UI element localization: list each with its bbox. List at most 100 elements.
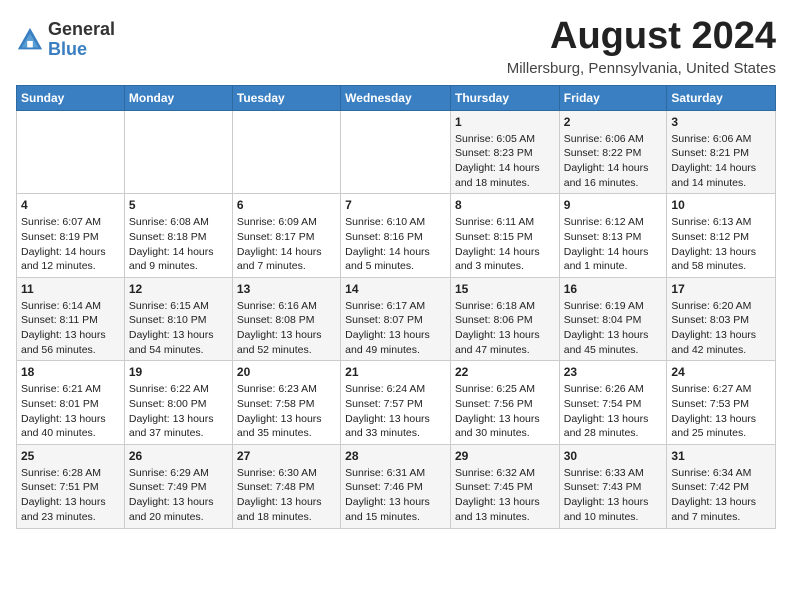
cell-content-line: and 10 minutes. [564, 510, 663, 525]
day-number: 26 [129, 448, 228, 465]
cell-content-line: Sunset: 7:43 PM [564, 480, 663, 495]
cell-content-line: Sunrise: 6:15 AM [129, 299, 228, 314]
cell-content-line: Sunrise: 6:34 AM [671, 466, 771, 481]
day-number: 20 [237, 364, 336, 381]
cell-content-line: Sunrise: 6:10 AM [345, 215, 446, 230]
cell-content-line: Sunset: 7:51 PM [21, 480, 120, 495]
cell-content-line: Sunset: 8:03 PM [671, 313, 771, 328]
cell-content-line: Sunset: 8:00 PM [129, 397, 228, 412]
cell-content-line: Sunset: 7:42 PM [671, 480, 771, 495]
day-number: 12 [129, 281, 228, 298]
cell-content-line: Sunrise: 6:16 AM [237, 299, 336, 314]
calendar-cell: 2Sunrise: 6:06 AMSunset: 8:22 PMDaylight… [559, 110, 667, 194]
cell-content-line: and 20 minutes. [129, 510, 228, 525]
day-number: 3 [671, 114, 771, 131]
calendar-cell: 21Sunrise: 6:24 AMSunset: 7:57 PMDayligh… [341, 361, 451, 445]
cell-content-line: and 56 minutes. [21, 343, 120, 358]
cell-content-line: Daylight: 14 hours [671, 161, 771, 176]
cell-content-line: Sunset: 7:46 PM [345, 480, 446, 495]
cell-content-line: Daylight: 13 hours [21, 495, 120, 510]
cell-content-line: Sunrise: 6:31 AM [345, 466, 446, 481]
day-number: 14 [345, 281, 446, 298]
cell-content-line: Sunset: 8:23 PM [455, 146, 555, 161]
calendar-cell: 5Sunrise: 6:08 AMSunset: 8:18 PMDaylight… [124, 194, 232, 278]
cell-content-line: Sunrise: 6:18 AM [455, 299, 555, 314]
day-number: 2 [564, 114, 663, 131]
cell-content-line: Sunrise: 6:29 AM [129, 466, 228, 481]
day-number: 21 [345, 364, 446, 381]
cell-content-line: Sunrise: 6:06 AM [671, 132, 771, 147]
col-monday: Monday [124, 85, 232, 110]
cell-content-line: Sunrise: 6:25 AM [455, 382, 555, 397]
calendar-header: Sunday Monday Tuesday Wednesday Thursday… [17, 85, 776, 110]
cell-content-line: Daylight: 13 hours [671, 495, 771, 510]
col-wednesday: Wednesday [341, 85, 451, 110]
cell-content-line: Daylight: 13 hours [671, 412, 771, 427]
day-number: 23 [564, 364, 663, 381]
cell-content-line: Sunset: 8:15 PM [455, 230, 555, 245]
calendar-cell: 3Sunrise: 6:06 AMSunset: 8:21 PMDaylight… [667, 110, 776, 194]
cell-content-line: Sunset: 8:10 PM [129, 313, 228, 328]
cell-content-line: and 7 minutes. [237, 259, 336, 274]
cell-content-line: Daylight: 13 hours [21, 328, 120, 343]
cell-content-line: Sunrise: 6:13 AM [671, 215, 771, 230]
cell-content-line: and 42 minutes. [671, 343, 771, 358]
cell-content-line: Daylight: 13 hours [129, 495, 228, 510]
day-number: 31 [671, 448, 771, 465]
calendar-cell: 23Sunrise: 6:26 AMSunset: 7:54 PMDayligh… [559, 361, 667, 445]
calendar-cell: 27Sunrise: 6:30 AMSunset: 7:48 PMDayligh… [232, 444, 340, 528]
cell-content-line: and 47 minutes. [455, 343, 555, 358]
cell-content-line: Sunrise: 6:19 AM [564, 299, 663, 314]
day-number: 9 [564, 197, 663, 214]
page: General Blue August 2024 Millersburg, Pe… [0, 0, 792, 612]
col-sunday: Sunday [17, 85, 125, 110]
cell-content-line: Sunrise: 6:06 AM [564, 132, 663, 147]
cell-content-line: Sunrise: 6:05 AM [455, 132, 555, 147]
cell-content-line: Sunset: 8:21 PM [671, 146, 771, 161]
day-number: 30 [564, 448, 663, 465]
cell-content-line: Sunrise: 6:32 AM [455, 466, 555, 481]
calendar-cell: 19Sunrise: 6:22 AMSunset: 8:00 PMDayligh… [124, 361, 232, 445]
cell-content-line: Daylight: 13 hours [237, 328, 336, 343]
calendar-cell: 6Sunrise: 6:09 AMSunset: 8:17 PMDaylight… [232, 194, 340, 278]
cell-content-line: and 33 minutes. [345, 426, 446, 441]
header-row: Sunday Monday Tuesday Wednesday Thursday… [17, 85, 776, 110]
day-number: 25 [21, 448, 120, 465]
calendar-cell: 15Sunrise: 6:18 AMSunset: 8:06 PMDayligh… [450, 277, 559, 361]
cell-content-line: and 13 minutes. [455, 510, 555, 525]
calendar-cell: 8Sunrise: 6:11 AMSunset: 8:15 PMDaylight… [450, 194, 559, 278]
cell-content-line: Daylight: 13 hours [129, 412, 228, 427]
cell-content-line: and 40 minutes. [21, 426, 120, 441]
logo-general: General [48, 20, 115, 40]
cell-content-line: Sunset: 8:06 PM [455, 313, 555, 328]
calendar-cell: 10Sunrise: 6:13 AMSunset: 8:12 PMDayligh… [667, 194, 776, 278]
cell-content-line: and 49 minutes. [345, 343, 446, 358]
calendar-cell [124, 110, 232, 194]
day-number: 17 [671, 281, 771, 298]
cell-content-line: Sunset: 8:18 PM [129, 230, 228, 245]
day-number: 19 [129, 364, 228, 381]
cell-content-line: Daylight: 13 hours [455, 328, 555, 343]
logo: General Blue [16, 20, 115, 60]
cell-content-line: Sunrise: 6:28 AM [21, 466, 120, 481]
cell-content-line: Sunrise: 6:08 AM [129, 215, 228, 230]
cell-content-line: and 18 minutes. [237, 510, 336, 525]
cell-content-line: Daylight: 13 hours [455, 412, 555, 427]
cell-content-line: Sunset: 8:04 PM [564, 313, 663, 328]
calendar-cell: 20Sunrise: 6:23 AMSunset: 7:58 PMDayligh… [232, 361, 340, 445]
cell-content-line: Sunset: 7:56 PM [455, 397, 555, 412]
cell-content-line: and 1 minute. [564, 259, 663, 274]
title-block: August 2024 Millersburg, Pennsylvania, U… [507, 16, 776, 77]
cell-content-line: and 52 minutes. [237, 343, 336, 358]
cell-content-line: Sunset: 7:53 PM [671, 397, 771, 412]
cell-content-line: Sunrise: 6:23 AM [237, 382, 336, 397]
cell-content-line: Sunrise: 6:14 AM [21, 299, 120, 314]
day-number: 18 [21, 364, 120, 381]
calendar-cell: 28Sunrise: 6:31 AMSunset: 7:46 PMDayligh… [341, 444, 451, 528]
cell-content-line: Sunset: 8:07 PM [345, 313, 446, 328]
cell-content-line: and 5 minutes. [345, 259, 446, 274]
cell-content-line: Daylight: 13 hours [671, 328, 771, 343]
cell-content-line: Sunset: 8:11 PM [21, 313, 120, 328]
calendar-cell: 17Sunrise: 6:20 AMSunset: 8:03 PMDayligh… [667, 277, 776, 361]
calendar-cell [341, 110, 451, 194]
